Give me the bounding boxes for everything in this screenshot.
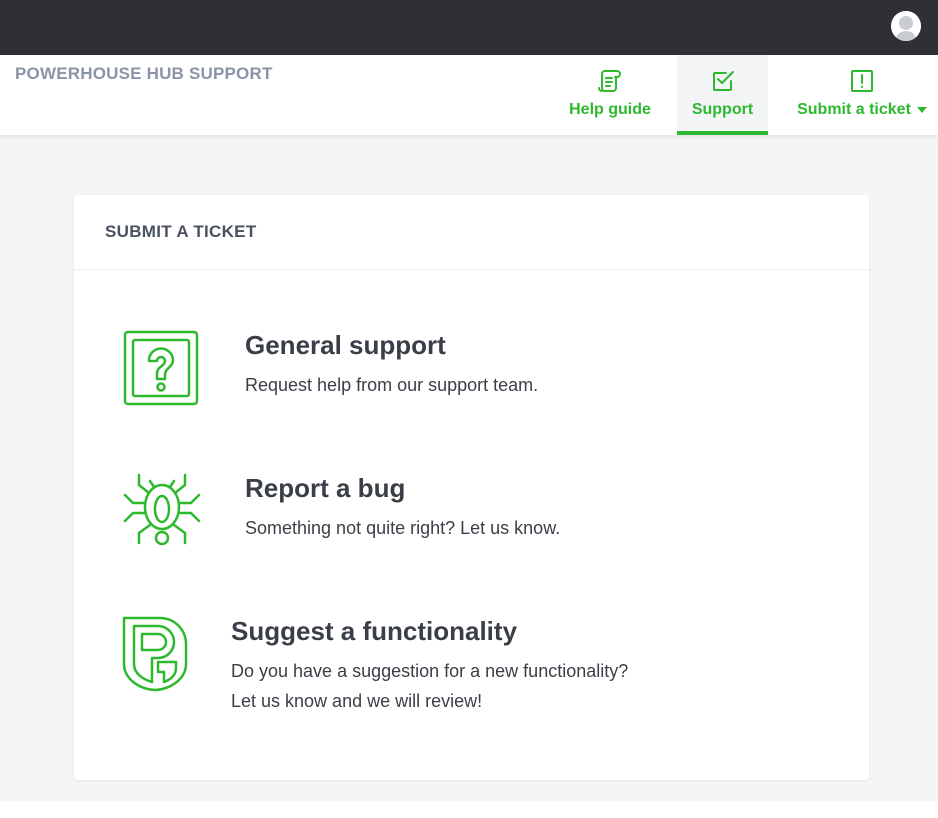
option-general-support-description: Request help from our support team.	[245, 375, 539, 395]
alert-box-icon	[849, 68, 875, 94]
option-suggest-functionality-title: Suggest a functionality	[231, 616, 518, 646]
checkbox-icon	[710, 68, 736, 94]
nav-submit-ticket-label: Submit a ticket	[797, 101, 927, 119]
option-report-bug-description: Something not quite right? Let us know.	[245, 518, 561, 538]
option-general-support[interactable]: General support Request help from our su…	[74, 330, 869, 410]
nav-submit-ticket[interactable]: Submit a ticket	[786, 55, 938, 135]
scroll-icon	[597, 68, 623, 94]
caret-down-icon	[916, 107, 927, 113]
bug-icon	[122, 473, 202, 554]
navigation-bar: POWERHOUSE HUB SUPPORT Help guide Suppor…	[0, 55, 938, 135]
option-suggest-functionality-description: Do you have a suggestion for a new funct…	[231, 656, 628, 716]
question-box-icon	[123, 330, 199, 411]
nav-submit-ticket-text: Submit a ticket	[797, 101, 911, 118]
user-avatar-icon[interactable]	[891, 11, 921, 41]
option-suggest-description-line1: Do you have a suggestion for a new funct…	[231, 661, 629, 681]
powerhouse-shield-icon	[122, 616, 188, 697]
top-bar	[0, 0, 938, 55]
brand-title[interactable]: POWERHOUSE HUB SUPPORT	[15, 64, 273, 84]
option-suggest-functionality[interactable]: Suggest a functionality Do you have a su…	[74, 616, 869, 726]
option-general-support-title: General support	[245, 330, 446, 360]
card-title: SUBMIT A TICKET	[74, 195, 869, 270]
nav-support-label: Support	[691, 101, 754, 118]
submit-ticket-card: SUBMIT A TICKET General support Request …	[74, 195, 869, 780]
nav-support[interactable]: Support	[677, 55, 768, 135]
option-report-bug[interactable]: Report a bug Something not quite right? …	[74, 473, 869, 553]
nav-help-guide[interactable]: Help guide	[560, 55, 660, 135]
main-content: SUBMIT A TICKET General support Request …	[0, 135, 938, 801]
nav-help-guide-label: Help guide	[569, 101, 651, 118]
option-suggest-description-line2: Let us know and we will review!	[231, 691, 483, 711]
option-report-bug-title: Report a bug	[245, 473, 406, 503]
